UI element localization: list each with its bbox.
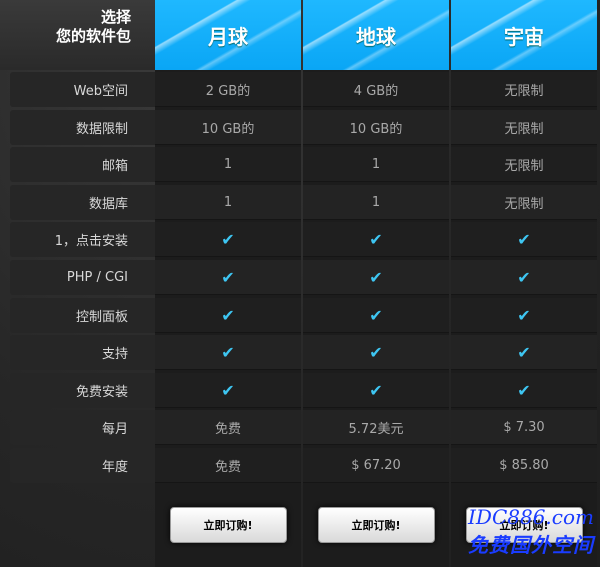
plan-title-moon: 月球 xyxy=(208,24,248,49)
table-cell: ✔ xyxy=(451,260,597,295)
check-icon: ✔ xyxy=(369,305,383,325)
table-cell: ✔ xyxy=(155,260,301,295)
row-label: 免费安装 xyxy=(10,373,155,408)
cell-value: 免费 xyxy=(214,421,241,437)
cell-value: 无限制 xyxy=(504,83,544,99)
choose-line-2: 您的软件包 xyxy=(55,27,131,45)
table-cell: 免费 xyxy=(155,410,301,445)
check-icon: ✔ xyxy=(517,342,531,362)
check-icon: ✔ xyxy=(517,305,531,325)
watermark-line-1: IDC886.com xyxy=(468,505,594,529)
plan-header-earth: 地球 xyxy=(303,0,449,70)
table-cell: 4 GB的 xyxy=(303,72,449,107)
table-cell: ✔ xyxy=(303,260,449,295)
table-cell: ✔ xyxy=(303,298,449,333)
cell-value: 1 xyxy=(223,194,233,210)
table-cell: 1 xyxy=(303,147,449,182)
table-cell: 10 GB的 xyxy=(303,110,449,145)
cell-value: $ 7.30 xyxy=(503,419,545,435)
table-cell: ✔ xyxy=(303,335,449,370)
cell-value: 5.72美元 xyxy=(348,421,404,437)
row-label: 每月 xyxy=(10,410,155,445)
pricing-table: 选择 您的软件包 月球 地球 宇宙 Web空间 2 GB的 4 GB的 无限制 数据限制… xyxy=(0,0,600,567)
table-cell: 1 xyxy=(303,185,449,220)
cell-value: 1 xyxy=(223,156,233,172)
cell-value: 1 xyxy=(371,194,381,210)
choose-package-heading: 选择 您的软件包 xyxy=(56,8,131,46)
order-button-moon[interactable]: 立即订购! xyxy=(169,507,287,543)
order-button-wrap-earth: 立即订购! xyxy=(303,500,449,550)
plan-header-universe: 宇宙 xyxy=(451,0,597,70)
table-cell: 2 GB的 xyxy=(155,72,301,107)
cell-value: 10 GB的 xyxy=(201,121,255,137)
check-icon: ✔ xyxy=(221,305,235,325)
row-label: 年度 xyxy=(10,448,155,483)
cell-value: 无限制 xyxy=(504,121,544,137)
check-icon: ✔ xyxy=(369,342,383,362)
row-label: 数据库 xyxy=(10,185,155,220)
table-cell: ✔ xyxy=(155,222,301,257)
table-cell: $ 85.80 xyxy=(451,448,597,483)
row-label: PHP / CGI xyxy=(10,260,155,295)
check-icon: ✔ xyxy=(221,380,235,400)
plan-title-earth: 地球 xyxy=(356,24,396,49)
check-icon: ✔ xyxy=(221,342,235,362)
table-cell: 无限制 xyxy=(451,185,597,220)
table-cell: $ 7.30 xyxy=(451,410,597,445)
check-icon: ✔ xyxy=(517,229,531,249)
table-cell: ✔ xyxy=(155,298,301,333)
cell-value: 免费 xyxy=(214,459,241,475)
table-cell: 无限制 xyxy=(451,147,597,182)
row-label: 数据限制 xyxy=(10,110,155,145)
cell-value: 10 GB的 xyxy=(349,121,403,137)
table-cell: ✔ xyxy=(303,373,449,408)
table-cell: ✔ xyxy=(451,298,597,333)
table-cell: ✔ xyxy=(451,373,597,408)
cell-value: 无限制 xyxy=(504,158,544,174)
check-icon: ✔ xyxy=(369,380,383,400)
table-cell: ✔ xyxy=(155,335,301,370)
row-label: 邮箱 xyxy=(10,147,155,182)
watermark-line-2: 免费国外空间 xyxy=(468,533,594,557)
table-cell: ✔ xyxy=(303,222,449,257)
table-cell: 5.72美元 xyxy=(303,410,449,445)
order-button-earth[interactable]: 立即订购! xyxy=(317,507,435,543)
table-cell: 免费 xyxy=(155,448,301,483)
order-button-wrap-moon: 立即订购! xyxy=(155,500,301,550)
header-corner: 选择 您的软件包 xyxy=(0,0,155,70)
table-cell: ✔ xyxy=(451,222,597,257)
check-icon: ✔ xyxy=(221,229,235,249)
table-cell: 10 GB的 xyxy=(155,110,301,145)
check-icon: ✔ xyxy=(517,380,531,400)
table-cell: 1 xyxy=(155,185,301,220)
check-icon: ✔ xyxy=(221,267,235,287)
cell-value: 1 xyxy=(371,156,381,172)
row-label: 支持 xyxy=(10,335,155,370)
check-icon: ✔ xyxy=(517,267,531,287)
cell-value: 无限制 xyxy=(504,196,544,212)
row-label: 1，点击安装 xyxy=(10,222,155,257)
plan-title-universe: 宇宙 xyxy=(504,24,544,49)
row-label: 控制面板 xyxy=(10,298,155,333)
table-cell: ✔ xyxy=(155,373,301,408)
watermark: IDC886.com 免费国外空间 xyxy=(468,505,594,558)
table-cell: ✔ xyxy=(451,335,597,370)
cell-value: $ 67.20 xyxy=(351,457,401,473)
check-icon: ✔ xyxy=(369,229,383,249)
cell-value: $ 85.80 xyxy=(499,457,549,473)
row-label: Web空间 xyxy=(10,72,155,107)
cell-value: 4 GB的 xyxy=(353,83,399,99)
cell-value: 2 GB的 xyxy=(205,83,251,99)
table-cell: 1 xyxy=(155,147,301,182)
table-cell: 无限制 xyxy=(451,72,597,107)
plan-header-moon: 月球 xyxy=(155,0,301,70)
choose-line-1: 选择 xyxy=(100,8,131,26)
table-cell: 无限制 xyxy=(451,110,597,145)
table-cell: $ 67.20 xyxy=(303,448,449,483)
check-icon: ✔ xyxy=(369,267,383,287)
